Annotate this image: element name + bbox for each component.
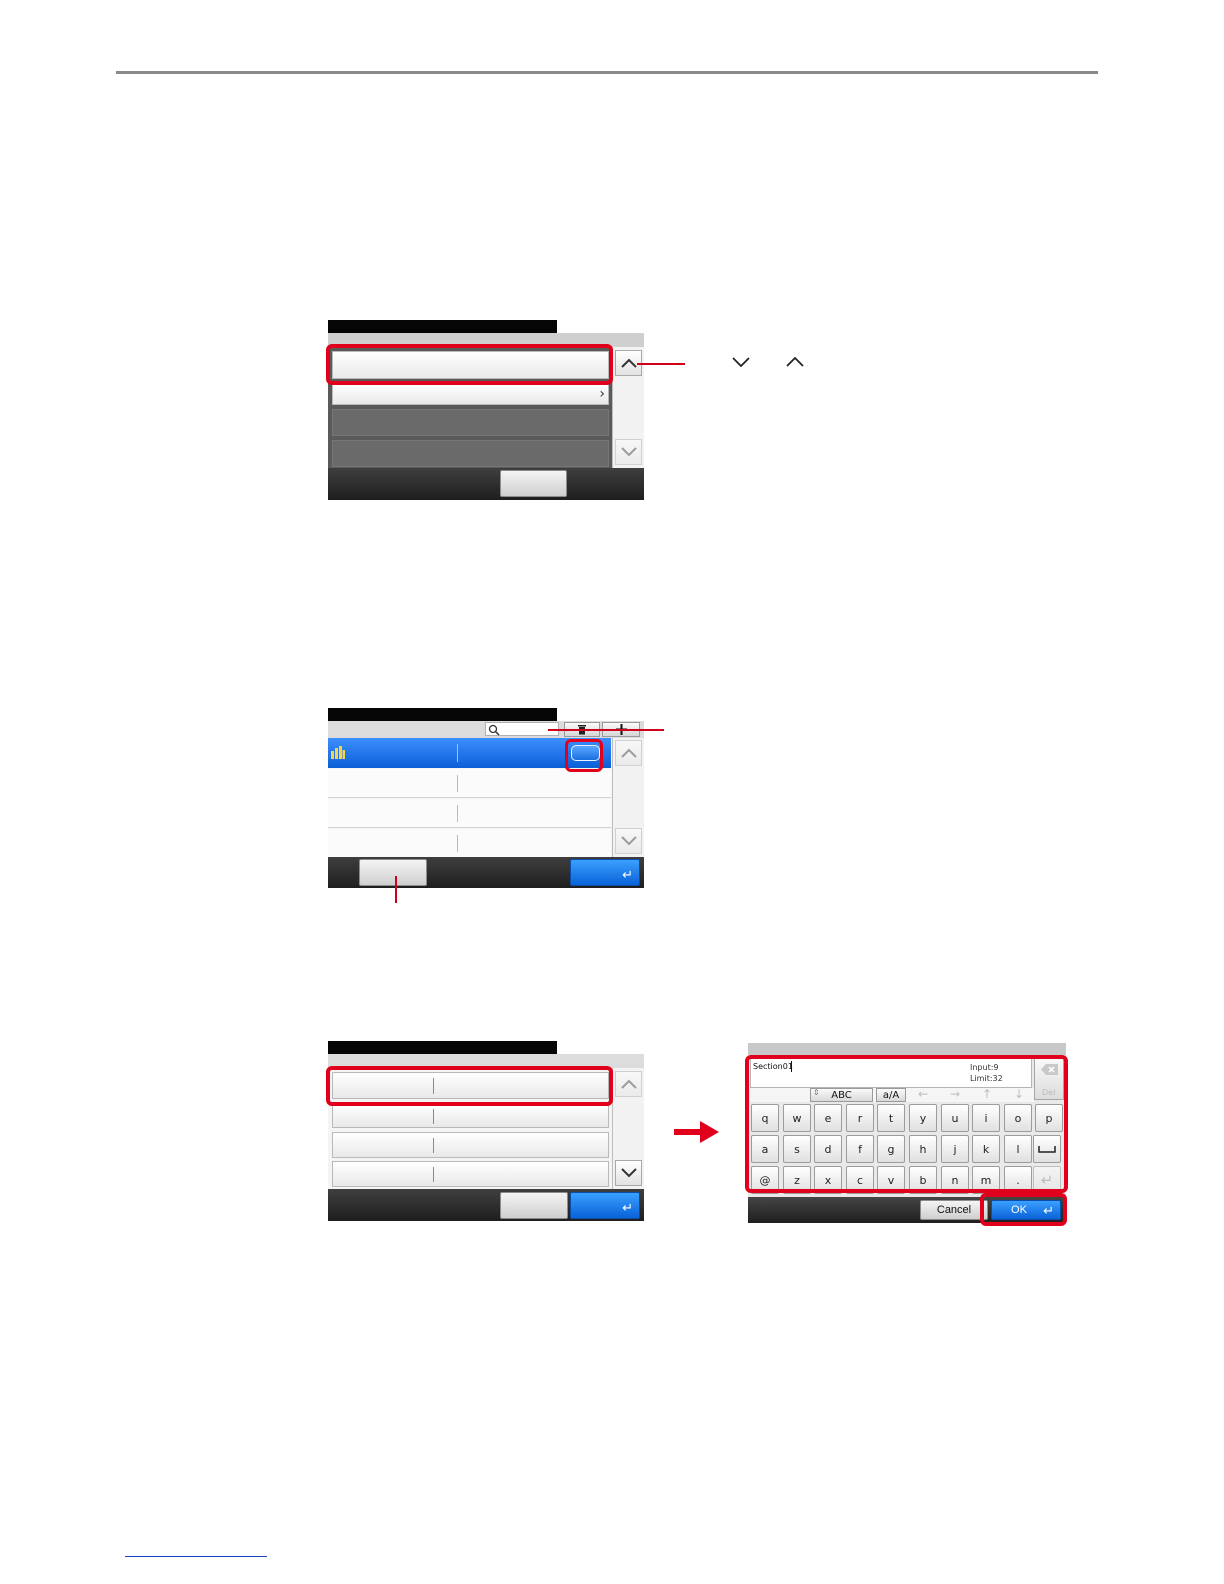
scrollbar[interactable] xyxy=(612,347,644,468)
menu-row-4 xyxy=(332,440,609,467)
footer-button[interactable] xyxy=(500,470,567,497)
arrow-right-icon xyxy=(674,1121,719,1143)
column-divider xyxy=(457,835,458,852)
enter-icon: ↵ xyxy=(622,1201,633,1216)
panel-title-bar xyxy=(328,320,557,333)
search-icon xyxy=(488,724,500,736)
chevron-up-icon xyxy=(620,358,637,368)
callout-line xyxy=(395,876,397,903)
chevron-down-icon xyxy=(620,836,637,846)
scroll-down-button[interactable] xyxy=(615,439,642,465)
edit-row-3[interactable] xyxy=(332,1132,609,1158)
list-row[interactable] xyxy=(328,829,611,857)
panel-title-bar xyxy=(328,1041,557,1054)
scroll-up-button[interactable] xyxy=(615,740,642,766)
menu-row-3 xyxy=(332,409,609,436)
chevron-up-icon xyxy=(620,748,637,758)
cancel-button[interactable]: Cancel xyxy=(920,1200,988,1220)
column-divider xyxy=(433,1109,434,1124)
scrollbar[interactable] xyxy=(612,738,644,857)
edit-row-4[interactable] xyxy=(332,1161,609,1187)
column-divider xyxy=(457,805,458,822)
scrollbar[interactable] xyxy=(612,1068,644,1189)
callout-line xyxy=(548,729,664,731)
highlight-row-frame xyxy=(326,344,613,385)
cancel-label: Cancel xyxy=(936,1204,972,1216)
highlight-keyboard-frame xyxy=(745,1055,1068,1193)
footer-link-underline xyxy=(125,1556,267,1557)
column-divider xyxy=(457,744,458,762)
scroll-down-button[interactable] xyxy=(615,828,642,854)
ok-button[interactable]: ↵ xyxy=(570,1192,640,1219)
top-rule xyxy=(116,71,1098,74)
scroll-down-button[interactable] xyxy=(615,1160,642,1186)
callout-line xyxy=(637,363,685,365)
group-icon xyxy=(331,746,345,759)
list-panel: ↵ xyxy=(328,708,644,888)
chevron-up-icon xyxy=(786,356,804,367)
ok-button[interactable]: ↵ xyxy=(570,859,640,886)
scroll-up-button[interactable] xyxy=(615,1071,642,1097)
edit-row-2[interactable] xyxy=(332,1104,609,1128)
footer-button-left[interactable] xyxy=(359,859,427,886)
cancel-button[interactable] xyxy=(500,1192,568,1219)
panel-footer xyxy=(328,468,644,500)
panel-footer: ↵ xyxy=(328,857,644,888)
highlight-detail-frame xyxy=(565,739,603,772)
column-divider xyxy=(433,1167,434,1182)
enter-icon: ↵ xyxy=(622,868,633,883)
column-divider xyxy=(433,1138,434,1153)
list-row[interactable] xyxy=(328,799,611,828)
highlight-row-frame xyxy=(326,1066,613,1106)
chevron-right-icon: › xyxy=(599,386,605,402)
panel-footer: ↵ xyxy=(328,1189,644,1221)
chevron-down-icon xyxy=(620,447,637,457)
highlight-ok-frame xyxy=(980,1193,1067,1226)
menu-row-2[interactable]: › xyxy=(332,384,609,405)
chevron-down-icon xyxy=(732,357,750,368)
list-row[interactable] xyxy=(328,769,611,798)
chevron-up-icon xyxy=(620,1079,637,1089)
chevron-down-icon xyxy=(620,1168,637,1178)
column-divider xyxy=(457,775,458,792)
panel-title-bar xyxy=(328,708,557,721)
